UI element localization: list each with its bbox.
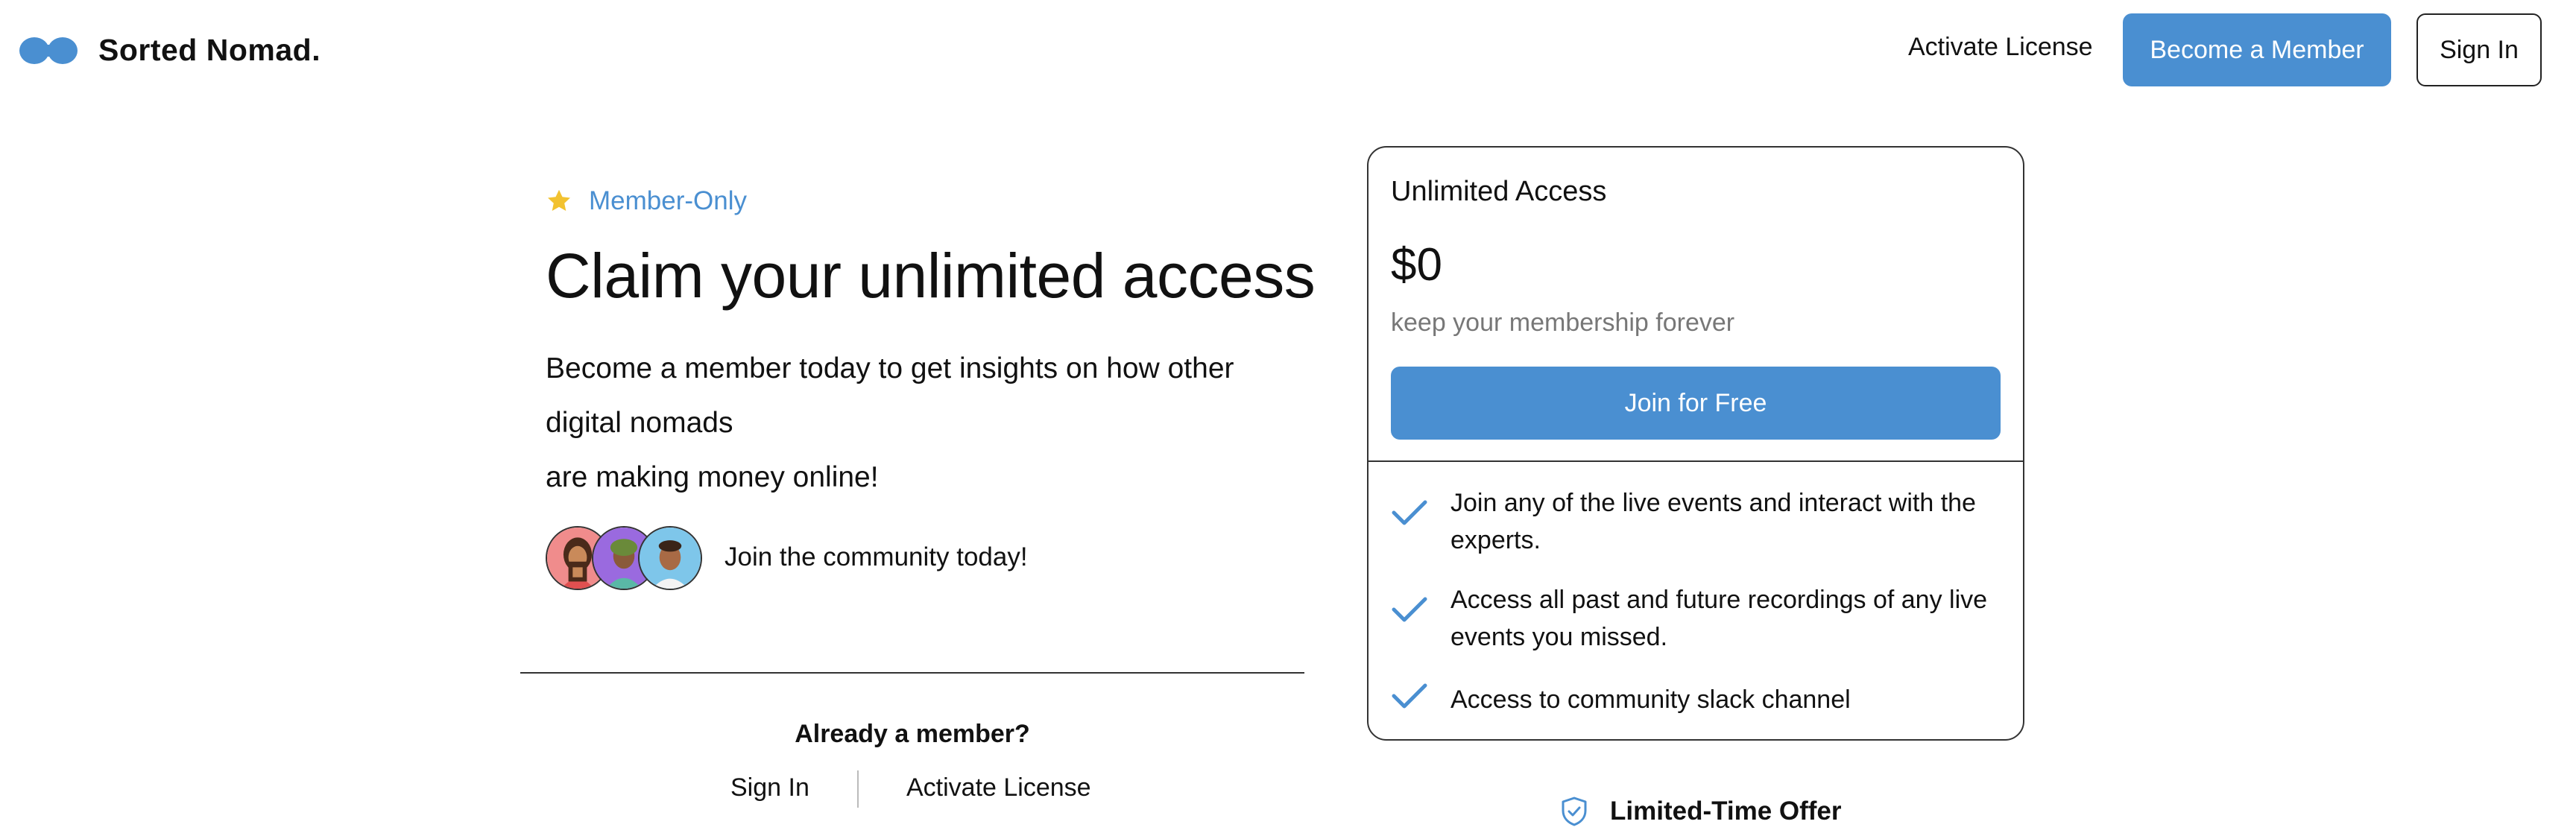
infinity-blob-logo-icon [19, 37, 78, 64]
feature-item: Join any of the live events and interact… [1391, 484, 2010, 559]
become-member-button[interactable]: Become a Member [2123, 13, 2391, 86]
card-divider [1368, 460, 2023, 462]
description-line: Become a member today to get insights on… [546, 352, 1234, 384]
sign-in-link[interactable]: Sign In [730, 773, 809, 802]
shield-check-icon [1562, 797, 1587, 826]
feature-text: Access to community slack channel [1450, 685, 1851, 714]
already-member-heading: Already a member? [795, 720, 1030, 748]
price-note: keep your membership forever [1391, 308, 1735, 337]
feature-text: Join any of the live events and interact… [1450, 489, 1976, 554]
brand-name: Sorted Nomad. [98, 33, 321, 67]
check-icon [1392, 683, 1427, 709]
section-divider [520, 672, 1304, 674]
offer-label: Limited-Time Offer [1610, 797, 1842, 826]
sign-in-button[interactable]: Sign In [2416, 13, 2542, 86]
feature-item: Access to community slack channel [1391, 681, 2010, 718]
star-icon [548, 189, 570, 212]
community-avatars [546, 526, 702, 590]
feature-item: Access all past and future recordings of… [1391, 581, 2010, 656]
hero-description: Become a member today to get insights on… [546, 341, 1276, 504]
check-icon [1392, 597, 1427, 622]
page-title: Claim your unlimited access [546, 241, 1316, 311]
plan-price: $0 [1391, 239, 1442, 291]
member-only-badge: Member-Only [546, 186, 747, 216]
activate-license-link[interactable]: Activate License [1908, 33, 2093, 62]
community-cta-text: Join the community today! [724, 542, 1028, 571]
check-icon [1392, 500, 1427, 525]
pricing-card: Unlimited Access $0 keep your membership… [1367, 146, 2024, 741]
plan-title: Unlimited Access [1391, 176, 1607, 207]
description-line: are making money online! [546, 461, 879, 493]
brand-logo[interactable]: Sorted Nomad. [18, 33, 321, 68]
limited-offer-notice: Limited-Time Offer [1559, 796, 1842, 827]
join-free-button[interactable]: Join for Free [1391, 367, 2001, 440]
avatar [638, 526, 702, 590]
activate-license-link[interactable]: Activate License [906, 773, 1091, 802]
link-separator [857, 770, 859, 808]
description-line: digital nomads [546, 407, 733, 439]
feature-text: Access all past and future recordings of… [1450, 586, 1988, 651]
badge-label: Member-Only [589, 186, 747, 215]
